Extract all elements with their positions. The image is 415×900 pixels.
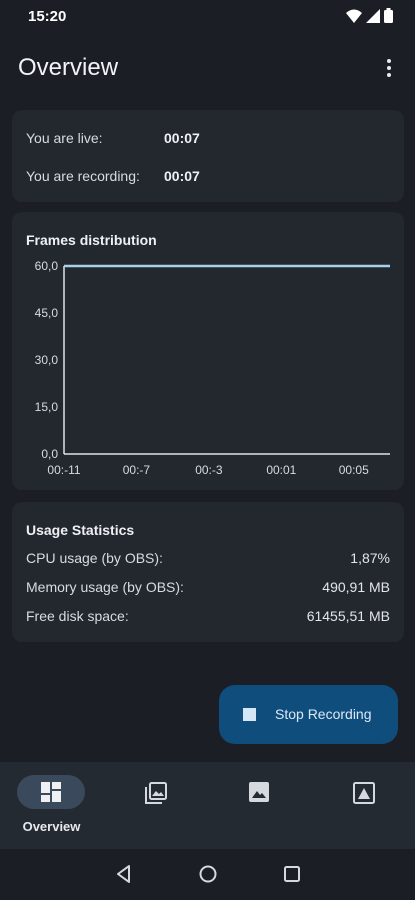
memory-usage-row: Memory usage (by OBS): 490,91 MB	[26, 579, 390, 599]
recents-icon[interactable]	[281, 863, 303, 885]
frames-chart-card: Frames distribution 60,0 45,0 30,0 15,0 0,0 0…	[12, 212, 404, 490]
bottom-nav: Overview	[0, 762, 415, 849]
y-tick-label: 60,0	[35, 259, 59, 273]
y-tick-label: 30,0	[35, 353, 59, 367]
system-nav-bar	[0, 849, 415, 900]
free-disk-label: Free disk space:	[26, 608, 129, 624]
live-status-card: You are live: 00:07 You are recording: 0…	[12, 110, 404, 202]
status-time: 15:20	[28, 8, 67, 25]
app-bar: Overview	[0, 46, 415, 90]
recording-label: You are recording:	[26, 168, 140, 184]
status-bar: 15:20	[0, 0, 415, 32]
chart-title: Frames distribution	[26, 232, 157, 248]
nav-scenes[interactable]	[104, 762, 207, 849]
wallpaper-icon	[353, 782, 375, 804]
page-title: Overview	[18, 54, 119, 81]
stop-recording-label: Stop Recording	[275, 706, 372, 722]
x-tick-label: 00:-7	[123, 463, 151, 477]
stop-recording-button[interactable]: Stop Recording	[219, 685, 398, 744]
nav-sources[interactable]	[208, 762, 311, 849]
nav-preview[interactable]	[312, 762, 415, 849]
y-tick-label: 15,0	[35, 400, 59, 414]
cpu-usage-row: CPU usage (by OBS): 1,87%	[26, 550, 390, 570]
cpu-usage-value: 1,87%	[350, 550, 390, 566]
more-vert-icon[interactable]	[377, 54, 401, 82]
signal-icon	[366, 8, 380, 23]
live-label: You are live:	[26, 130, 103, 146]
photo-library-icon	[145, 782, 167, 804]
dashboard-icon	[41, 782, 61, 802]
x-tick-label: 00:-3	[195, 463, 223, 477]
image-icon	[249, 782, 269, 802]
usage-stats-title: Usage Statistics	[26, 522, 135, 538]
back-icon[interactable]	[113, 863, 135, 885]
frames-distribution-chart: 60,0 45,0 30,0 15,0 0,0 00:-11 00:-7 00:-3 00:01…	[35, 259, 390, 477]
y-tick-label: 45,0	[35, 306, 59, 320]
x-tick-label: 00:01	[266, 463, 296, 477]
free-disk-row: Free disk space: 61455,51 MB	[26, 608, 390, 628]
cpu-usage-label: CPU usage (by OBS):	[26, 550, 163, 566]
wifi-icon	[346, 9, 362, 23]
stop-icon	[243, 708, 256, 721]
free-disk-value: 61455,51 MB	[306, 608, 390, 624]
x-tick-label: 00:-11	[47, 463, 80, 477]
battery-icon	[384, 8, 393, 23]
memory-usage-label: Memory usage (by OBS):	[26, 579, 184, 595]
live-duration: 00:07	[164, 130, 200, 146]
home-icon[interactable]	[197, 863, 219, 885]
nav-overview-label: Overview	[22, 819, 81, 834]
y-tick-label: 0,0	[41, 447, 58, 461]
x-tick-label: 00:05	[339, 463, 369, 477]
usage-stats-card: Usage Statistics CPU usage (by OBS): 1,8…	[12, 502, 404, 642]
memory-usage-value: 490,91 MB	[322, 579, 390, 595]
recording-duration: 00:07	[164, 168, 200, 184]
status-icons	[346, 8, 393, 23]
nav-overview[interactable]: Overview	[0, 762, 103, 849]
